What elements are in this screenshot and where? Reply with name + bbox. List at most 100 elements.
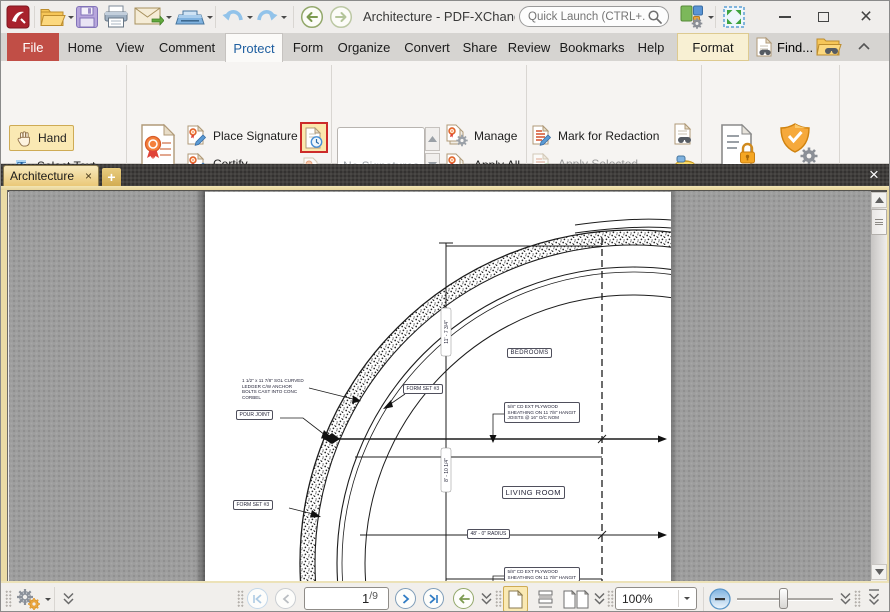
doc-tab-architecture[interactable]: Architecture ×	[3, 165, 99, 186]
pdf-page[interactable]: 11' - 7 3/4" 8' - 10 1/4" BEDROOMS LIVIN…	[205, 192, 671, 581]
dimension-text-1: 11' - 7 3/4"	[444, 320, 450, 344]
zoom-out-icon	[709, 588, 731, 610]
zoom-dropdown-arrow[interactable]	[684, 597, 690, 600]
window-title: Architecture - PDF-XChang..	[363, 9, 515, 24]
toolbar-grip[interactable]	[607, 590, 614, 608]
app-logo-icon[interactable]	[6, 5, 30, 29]
open-folder-icon	[39, 6, 66, 28]
panel-toggle-button[interactable]	[867, 589, 881, 607]
tab-bookmarks[interactable]: Bookmarks	[557, 33, 627, 61]
layout-more-button[interactable]	[593, 592, 606, 605]
tab-comment[interactable]: Comment	[154, 33, 220, 61]
last-page-button[interactable]	[423, 588, 444, 609]
back-button[interactable]	[300, 5, 324, 29]
zoom-out-button[interactable]	[709, 588, 731, 610]
collapse-ribbon-button[interactable]	[857, 41, 871, 51]
vertical-dimension-2: 8' - 10 1/4"	[441, 448, 451, 492]
tab-home[interactable]: Home	[63, 33, 107, 61]
status-options-button[interactable]	[14, 587, 51, 611]
toolbar-grip[interactable]	[237, 590, 244, 608]
tab-file[interactable]: File	[7, 33, 59, 61]
undo-button[interactable]	[221, 7, 253, 27]
save-button[interactable]	[75, 5, 99, 29]
tab-view[interactable]: View	[111, 33, 149, 61]
signatures-scroll-up[interactable]	[425, 127, 440, 151]
thumb-grip	[875, 219, 883, 220]
two-page-layout-button[interactable]	[561, 586, 591, 612]
place-signature-button[interactable]: Place Signature	[187, 125, 298, 146]
close-icon: ×	[869, 165, 879, 185]
hand-tool-button[interactable]: Hand	[9, 125, 74, 151]
first-page-button[interactable]	[247, 588, 268, 609]
page-total: /9	[369, 590, 378, 602]
toolbar-grip[interactable]	[5, 590, 12, 608]
search-and-redact-button[interactable]	[674, 123, 696, 147]
maximize-button[interactable]	[809, 7, 837, 27]
open-button[interactable]	[39, 6, 74, 28]
zoom-more-button[interactable]	[839, 592, 852, 605]
note-line: JOISTS @ 16" O/C NOM	[508, 415, 577, 421]
find-in-files-button[interactable]	[816, 36, 842, 58]
tab-protect[interactable]: Protect	[225, 33, 283, 62]
ui-options-icon	[680, 5, 705, 29]
previous-page-button[interactable]	[275, 588, 296, 609]
tab-review[interactable]: Review	[505, 33, 553, 61]
history-back-button[interactable]	[453, 588, 474, 609]
scroll-thumb[interactable]	[871, 209, 887, 235]
minimize-button[interactable]	[771, 7, 799, 27]
tab-convert[interactable]: Convert	[399, 33, 455, 61]
page-number-box[interactable]: 1 /9	[304, 587, 389, 610]
expand-toolbar-button[interactable]	[62, 592, 75, 605]
ui-options-button[interactable]	[680, 5, 714, 29]
scroll-up-button[interactable]	[871, 192, 887, 208]
scan-button[interactable]	[175, 8, 213, 26]
next-page-icon	[402, 594, 410, 604]
fullscreen-button[interactable]	[723, 6, 745, 28]
tab-organize[interactable]: Organize	[333, 33, 395, 61]
divider	[293, 6, 294, 28]
next-page-button[interactable]	[395, 588, 416, 609]
single-page-layout-button[interactable]	[503, 586, 528, 612]
ui-options-dropdown-arrow[interactable]	[708, 16, 714, 19]
redo-button[interactable]	[255, 7, 287, 27]
window-close-button[interactable]: ×	[851, 5, 881, 29]
page-shadow	[195, 191, 205, 581]
open-dropdown-arrow[interactable]	[68, 16, 74, 19]
tab-form[interactable]: Form	[288, 33, 328, 61]
email-dropdown-arrow[interactable]	[166, 16, 172, 19]
plus-icon: +	[107, 169, 115, 185]
quick-launch-input[interactable]	[526, 10, 647, 24]
new-doc-tab-button[interactable]: +	[102, 168, 121, 186]
mark-redaction-button[interactable]: Mark for Redaction	[532, 125, 659, 146]
document-timestamp-button[interactable]	[300, 122, 328, 153]
vertical-scrollbar[interactable]	[871, 192, 887, 580]
email-button[interactable]	[134, 7, 172, 27]
mark-redaction-label: Mark for Redaction	[558, 129, 659, 143]
continuous-layout-button[interactable]	[533, 586, 558, 612]
print-button[interactable]	[103, 5, 129, 29]
undo-dropdown-arrow[interactable]	[247, 16, 253, 19]
tab-share[interactable]: Share	[457, 33, 503, 61]
manage-signatures-label: Manage	[474, 129, 517, 143]
scroll-down-button[interactable]	[871, 564, 887, 580]
doc-tab-close-icon[interactable]: ×	[85, 171, 92, 181]
tab-help[interactable]: Help	[631, 33, 671, 61]
scan-dropdown-arrow[interactable]	[207, 16, 213, 19]
close-document-button[interactable]: ×	[861, 164, 887, 186]
document-canvas[interactable]: 11' - 7 3/4" 8' - 10 1/4" BEDROOMS LIVIN…	[9, 191, 871, 581]
manage-signatures-button[interactable]: Manage	[446, 124, 517, 147]
pane-border-left	[1, 190, 8, 581]
status-options-dropdown-arrow[interactable]	[45, 598, 51, 601]
find-button[interactable]: Find...	[756, 37, 813, 57]
history-more-button[interactable]	[480, 592, 493, 605]
back-arrow-icon	[300, 5, 324, 29]
toolbar-grip[interactable]	[495, 590, 502, 608]
zoom-slider-handle[interactable]	[779, 588, 788, 609]
zoom-level-box[interactable]: 100%	[615, 587, 697, 610]
continuous-pages-icon	[538, 590, 553, 609]
quick-launch-box[interactable]	[519, 6, 669, 27]
toolbar-grip[interactable]	[854, 590, 861, 608]
forward-button[interactable]	[329, 5, 353, 29]
redo-dropdown-arrow[interactable]	[281, 16, 287, 19]
tab-format[interactable]: Format	[677, 33, 749, 61]
